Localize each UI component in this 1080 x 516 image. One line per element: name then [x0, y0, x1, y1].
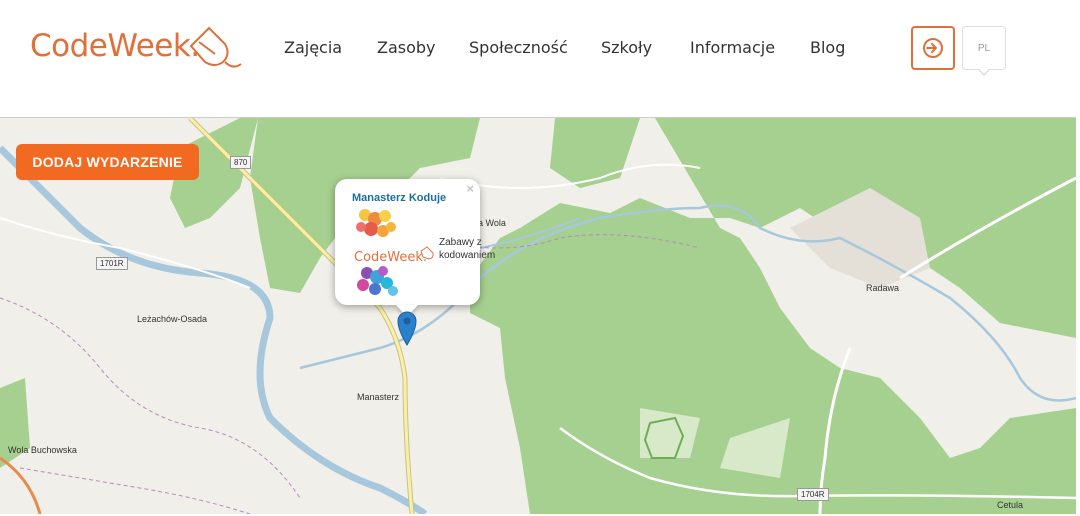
- place-label-wola-buchowska: Wola Buchowska: [8, 445, 77, 455]
- place-label-manasterz: Manasterz: [357, 392, 400, 402]
- event-image: CodeWeek.: [354, 209, 434, 296]
- nav-item-informacje[interactable]: Informacje: [690, 38, 775, 57]
- nav-item-zasoby[interactable]: Zasoby: [377, 38, 436, 57]
- map-pin-icon[interactable]: [396, 310, 418, 346]
- popup-title[interactable]: Manasterz Koduje: [352, 192, 446, 204]
- site-header: CodeWeek. Zajęcia Zasoby Społeczność Szk…: [0, 0, 1080, 117]
- add-event-button[interactable]: DODAJ WYDARZENIE: [16, 144, 199, 180]
- login-button[interactable]: [911, 26, 955, 70]
- language-tip-inner: [978, 68, 990, 74]
- nav-item-blog[interactable]: Blog: [810, 38, 845, 57]
- sign-in-icon: [923, 38, 943, 58]
- popup-close-button[interactable]: ×: [466, 181, 474, 196]
- nav-item-szkoly[interactable]: Szkoły: [601, 38, 652, 57]
- road-badge-1704r: 1704R: [797, 488, 829, 501]
- logo-mouse-icon: [189, 26, 242, 68]
- road-badge-1701r: 1701R: [96, 257, 128, 270]
- nav-item-zajecia[interactable]: Zajęcia: [284, 38, 342, 57]
- language-selector[interactable]: PL: [962, 26, 1006, 70]
- event-popup: × Manasterz Koduje CodeWeek. Zabawy z ko…: [335, 179, 496, 305]
- place-label-lezachow: Leżachów-Osada: [137, 314, 208, 324]
- event-image-logo-text: CodeWeek.: [354, 250, 427, 265]
- place-label-cetula: Cetula: [997, 500, 1024, 510]
- place-label-radawa: Radawa: [866, 283, 900, 293]
- nav-item-spolecznosc[interactable]: Społeczność: [469, 38, 568, 57]
- popup-description: Zabawy z kodowaniem: [439, 237, 496, 261]
- events-map[interactable]: DODAJ WYDARZENIE 870 1701R 1704R Leżachó…: [0, 117, 1076, 514]
- logo-text: CodeWeek.: [30, 28, 200, 64]
- place-label-wola: a Wola: [478, 218, 506, 228]
- road-badge-870: 870: [230, 156, 252, 169]
- codeweek-logo[interactable]: CodeWeek.: [30, 22, 250, 72]
